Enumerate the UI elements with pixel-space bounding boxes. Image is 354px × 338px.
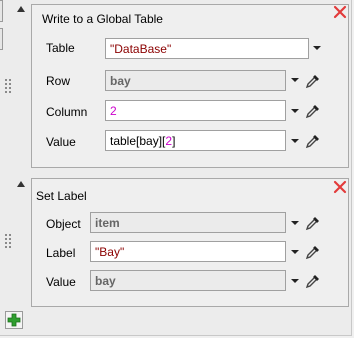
dropdown-icon[interactable] (291, 78, 299, 82)
collapse-arrow-icon[interactable] (17, 6, 25, 12)
dropdown-icon[interactable] (291, 109, 299, 113)
dropdown-icon[interactable] (291, 250, 299, 254)
label-value: "Bay" (95, 245, 125, 259)
object-label: Object (46, 217, 81, 231)
grip-icon[interactable] (5, 234, 13, 248)
value-code-part: bay (139, 134, 159, 148)
panel-title: Write to a Global Table (42, 12, 163, 26)
add-icon (7, 313, 21, 327)
triggers-editor: Write to a Global Table Table "DataBase"… (0, 0, 352, 336)
value-code-part: ] (172, 134, 176, 148)
column-field[interactable]: 2 (105, 100, 286, 121)
eyedropper-icon[interactable] (305, 73, 321, 89)
row-value: bay (110, 74, 131, 88)
value-label: Value (46, 135, 76, 149)
table-label: Table (46, 41, 75, 55)
dropdown-icon[interactable] (291, 139, 299, 143)
column-value: 2 (110, 104, 117, 118)
dropdown-icon[interactable] (313, 46, 321, 50)
object-value: item (95, 216, 120, 230)
value-value: bay (95, 274, 116, 288)
value-label: Value (46, 275, 76, 289)
value-field[interactable]: bay (90, 270, 286, 291)
row-field[interactable]: bay (105, 70, 286, 91)
left-edge-tab (0, 0, 3, 22)
left-edge-tab (0, 28, 3, 50)
dropdown-icon[interactable] (291, 279, 299, 283)
object-field[interactable]: item (90, 212, 286, 233)
value-field[interactable]: table[bay][2] (105, 130, 286, 151)
column-label: Column (46, 105, 88, 119)
eyedropper-icon[interactable] (305, 244, 321, 260)
row-label: Row (46, 74, 71, 88)
panel-title: Set Label (36, 189, 87, 203)
table-field[interactable]: "DataBase" (105, 38, 309, 59)
eyedropper-icon[interactable] (305, 133, 321, 149)
grip-icon[interactable] (5, 79, 13, 93)
label-label: Label (46, 246, 76, 260)
collapse-arrow-icon[interactable] (17, 181, 25, 187)
eyedropper-icon[interactable] (305, 273, 321, 289)
value-code-part: table[ (110, 134, 140, 148)
label-field[interactable]: "Bay" (90, 241, 286, 262)
dropdown-icon[interactable] (291, 221, 299, 225)
table-value: "DataBase" (110, 42, 172, 56)
eyedropper-icon[interactable] (305, 103, 321, 119)
eyedropper-icon[interactable] (305, 215, 321, 231)
close-icon[interactable] (333, 5, 347, 19)
add-button[interactable] (5, 311, 23, 329)
close-icon[interactable] (333, 180, 347, 194)
